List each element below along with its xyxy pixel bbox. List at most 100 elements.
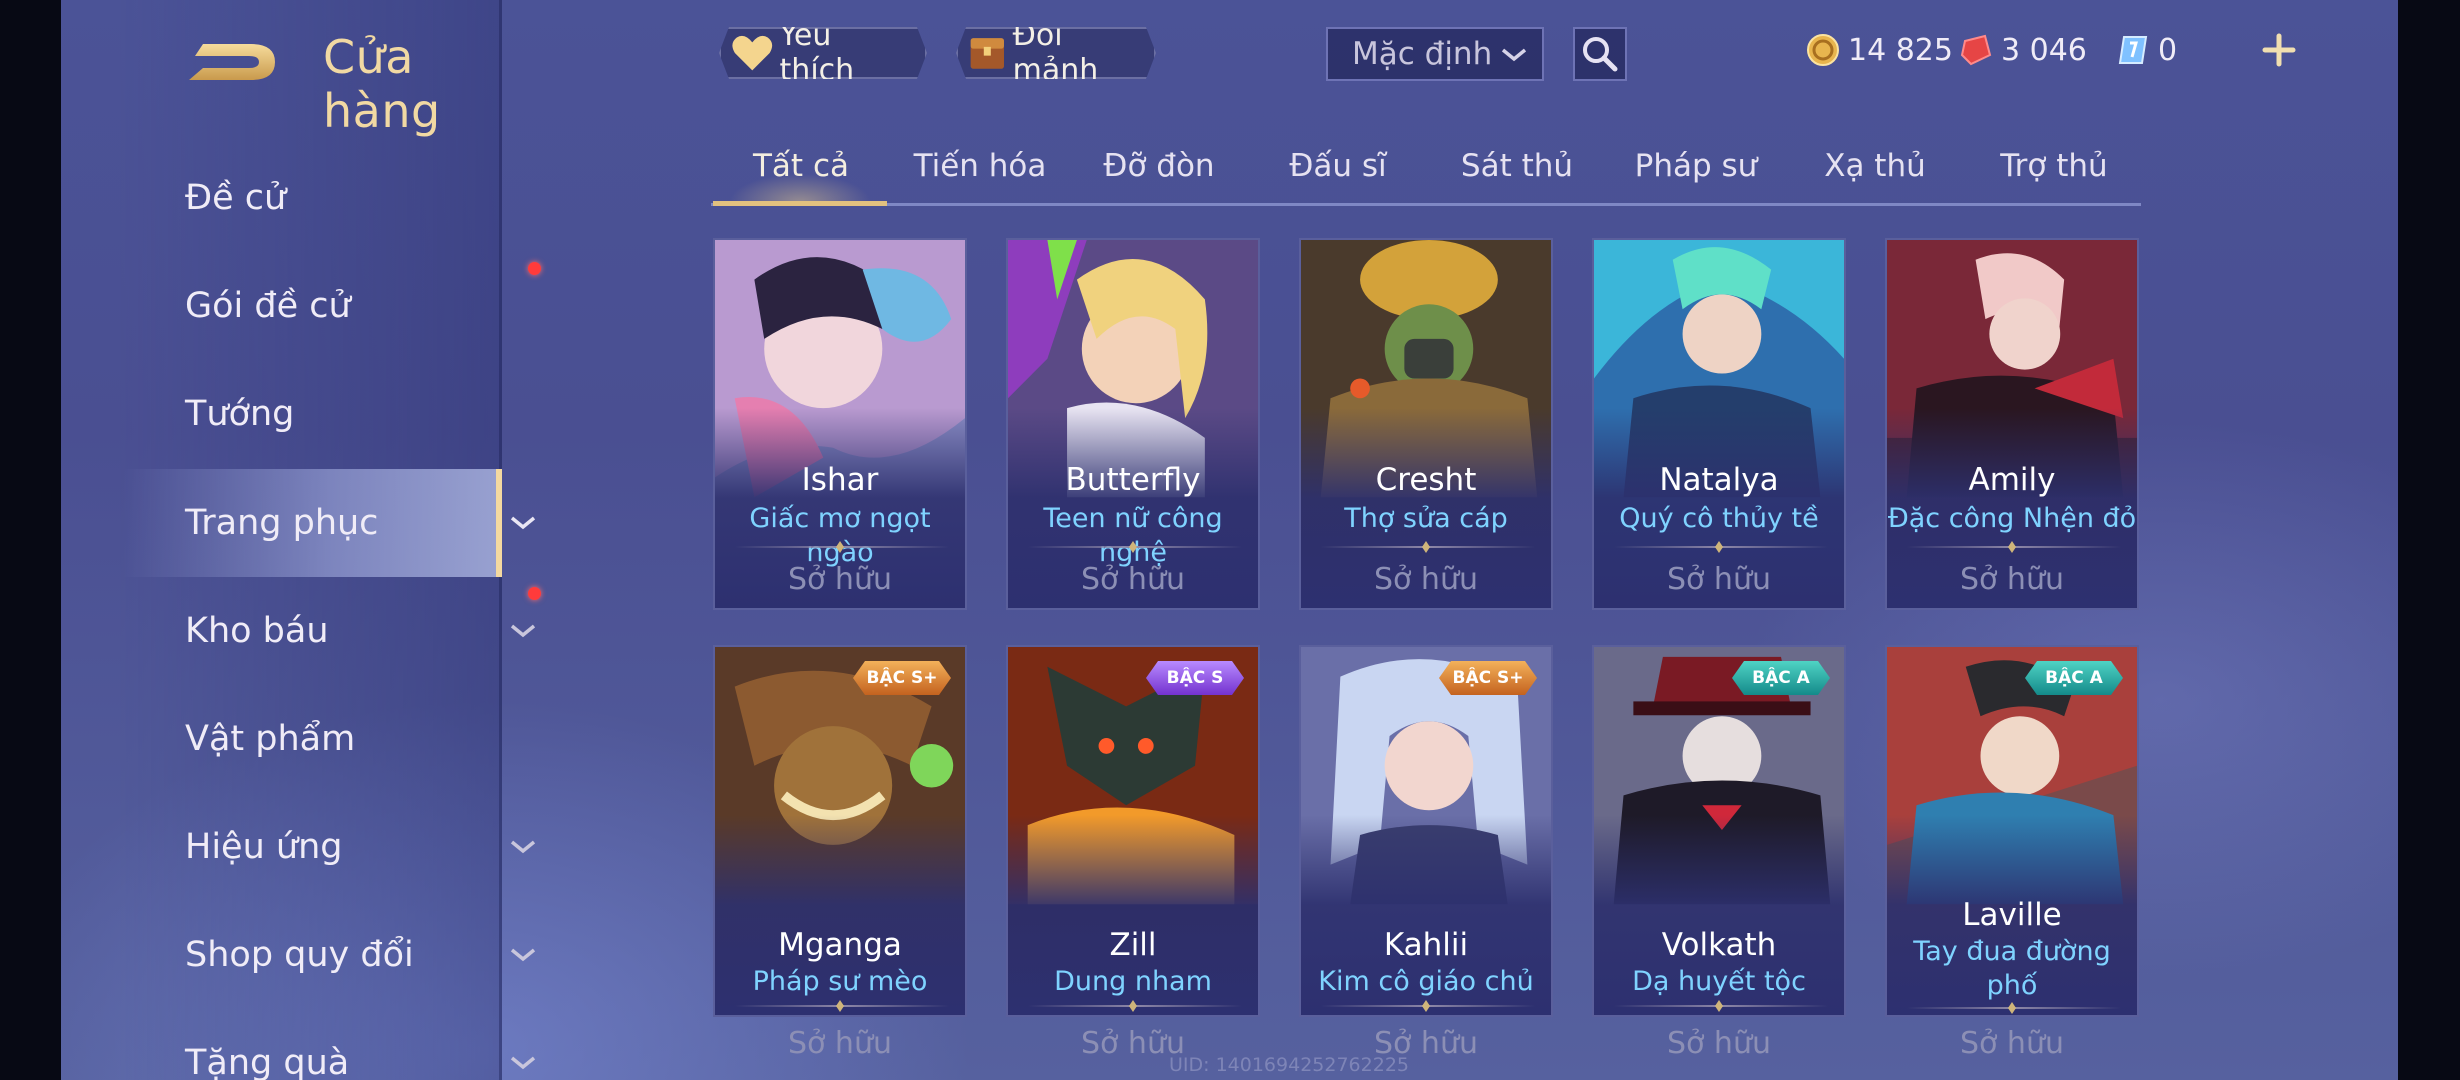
sidebar-item-recommended[interactable]: Đề cử [123,144,500,252]
skin-card-laville[interactable]: BẬC A Laville Tay đua đường phố [1885,645,2139,1017]
hero-name: Amily [1968,462,2056,498]
favorites-label: Yêu thích [779,18,855,88]
sidebar-item-heroes[interactable]: Tướng [123,360,500,468]
skin-name: Giấc mơ ngọt ngào [749,503,931,568]
hero-name: Laville [1962,897,2062,933]
chevron-down-icon [510,840,536,854]
ticket-icon [2118,36,2148,64]
skin-name: Kim cô giáo chủ [1318,966,1534,997]
skin-card-zill[interactable]: BẬC S Zill Dung nham [1006,645,1260,1017]
owned-status: Sở hữu [1960,1026,2064,1061]
favorites-button[interactable]: Yêu thích [719,27,927,79]
gold-amount: 14 825 [1848,32,1953,68]
gold-coin-icon [1807,34,1839,66]
sidebar-item-treasure[interactable]: Kho báu [123,577,541,685]
owned-status: Sở hữu [788,562,892,597]
tab-tank[interactable]: Đỡ đòn [1069,148,1249,184]
sidebar-item-label: Kho báu [185,611,329,651]
hero-name: Cresht [1375,462,1477,498]
skin-card-ishar[interactable]: Ishar Giấc mơ ngọt ngào Sở hữu [713,238,967,610]
skin-name: Dạ huyết tộc [1632,966,1806,997]
skin-name-line-2: phố [1986,970,2038,1001]
gold-currency: 14 825 [1806,30,1953,70]
owned-status: Sở hữu [1667,562,1771,597]
fragment-exchange-button[interactable]: Đổi mảnh [956,27,1156,79]
sidebar-item-label: Vật phẩm [185,719,356,759]
hero-name: Kahlii [1383,927,1469,963]
hero-name: Volkath [1661,927,1777,963]
card-divider [1614,546,1828,548]
tier-badge: BẬC A [1732,661,1830,695]
plus-icon [2262,33,2296,67]
active-tab-indicator [713,201,887,206]
skin-name: Thợ sửa cáp [1344,503,1508,534]
card-divider [1321,546,1535,548]
hero-name: Butterfly [1065,462,1201,498]
sort-dropdown-value: Mặc định [1352,36,1493,72]
page-title: Cửa hàng [323,30,441,138]
skin-card-kahlii[interactable]: BẬC S+ Kahlii Kim cô giáo chủ [1299,645,1553,1017]
sidebar-item-label: Gói đề cử [185,286,351,326]
tab-mage[interactable]: Pháp sư [1606,148,1786,184]
tier-badge: BẬC S+ [1439,661,1537,695]
user-id: UID: 1401694252762225 [1169,1054,1409,1076]
sidebar-item-items[interactable]: Vật phẩm [123,685,500,793]
voucher-amount: 3 046 [2001,32,2087,68]
fragment-exchange-label: Đổi mảnh [1012,18,1099,88]
tab-fighter[interactable]: Đấu sĩ [1248,148,1428,184]
skin-name: Teen nữ công nghệ [1043,503,1223,568]
skin-card-cresht[interactable]: Cresht Thợ sửa cáp Sở hữu [1299,238,1553,610]
search-button[interactable] [1573,27,1627,81]
shop-screen: Cửa hàng Đề cử Gói đề cử Tướng Trang phụ… [61,0,2398,1080]
sidebar-item-recommended-packs[interactable]: Gói đề cử [123,252,541,360]
back-button[interactable] [181,34,281,90]
card-divider [1028,1005,1242,1007]
tab-evolution[interactable]: Tiến hóa [890,148,1070,184]
sidebar-item-label: Tặng quà [185,1043,350,1080]
search-icon [1583,37,1618,72]
skin-card-volkath[interactable]: BẬC A Volkath Dạ huyết tộc [1592,645,1846,1017]
screen-border-left [0,0,61,1080]
owned-status: Sở hữu [1081,562,1185,597]
sidebar-item-gifts[interactable]: Tặng quà [123,1009,536,1080]
chevron-down-icon [510,948,536,962]
token-currency: 0 [2116,30,2177,70]
skin-card-mganga[interactable]: BẬC S+ Mganga Pháp sư mèo [713,645,967,1017]
chevron-down-icon [1501,48,1527,62]
back-arrow-icon [189,44,275,80]
card-divider [1907,546,2121,548]
skin-card-amily[interactable]: Amily Đặc công Nhện đỏ Sở hữu [1885,238,2139,610]
screen-border-right [2398,0,2460,1080]
owned-status: Sở hữu [788,1026,892,1061]
sidebar-item-exchange-shop[interactable]: Shop quy đổi [123,901,536,1009]
top-up-button[interactable] [2259,30,2299,70]
token-amount: 0 [2158,32,2178,68]
notification-dot [528,262,541,275]
tab-all[interactable]: Tất cả [711,148,891,184]
sidebar-item-effects[interactable]: Hiệu ứng [123,793,536,901]
skin-name: Quý cô thủy tề [1619,503,1819,534]
skin-card-natalya[interactable]: Natalya Quý cô thủy tề Sở hữu [1592,238,1846,610]
skin-name: Pháp sư mèo [752,966,928,997]
hero-name: Mganga [778,927,902,963]
chevron-down-icon [510,1056,536,1070]
sidebar-item-label: Trang phục [185,503,379,543]
chevron-down-icon [510,624,536,638]
sidebar-item-label: Shop quy đổi [185,935,414,975]
notification-dot [528,587,541,600]
card-divider [1614,1005,1828,1007]
tab-marksman[interactable]: Xạ thủ [1785,148,1965,184]
hero-name: Ishar [801,462,879,498]
tab-assassin[interactable]: Sát thủ [1427,148,1607,184]
role-tabs: Tất cả Tiến hóa Đỡ đòn Đấu sĩ Sát thủ Ph… [711,140,2141,206]
chevron-down-icon [510,516,536,530]
skin-card-butterfly[interactable]: Butterfly Teen nữ công nghệ Sở hữu [1006,238,1260,610]
sidebar-item-label: Đề cử [185,178,287,218]
sort-dropdown[interactable]: Mặc định [1326,27,1544,81]
sidebar-item-label: Hiệu ứng [185,827,343,867]
tab-support[interactable]: Trợ thủ [1964,148,2144,184]
skin-name: Dung nham [1054,966,1212,997]
sidebar-item-skins[interactable]: Trang phục [123,469,536,577]
hero-name: Zill [1109,927,1157,963]
card-divider [1321,1005,1535,1007]
